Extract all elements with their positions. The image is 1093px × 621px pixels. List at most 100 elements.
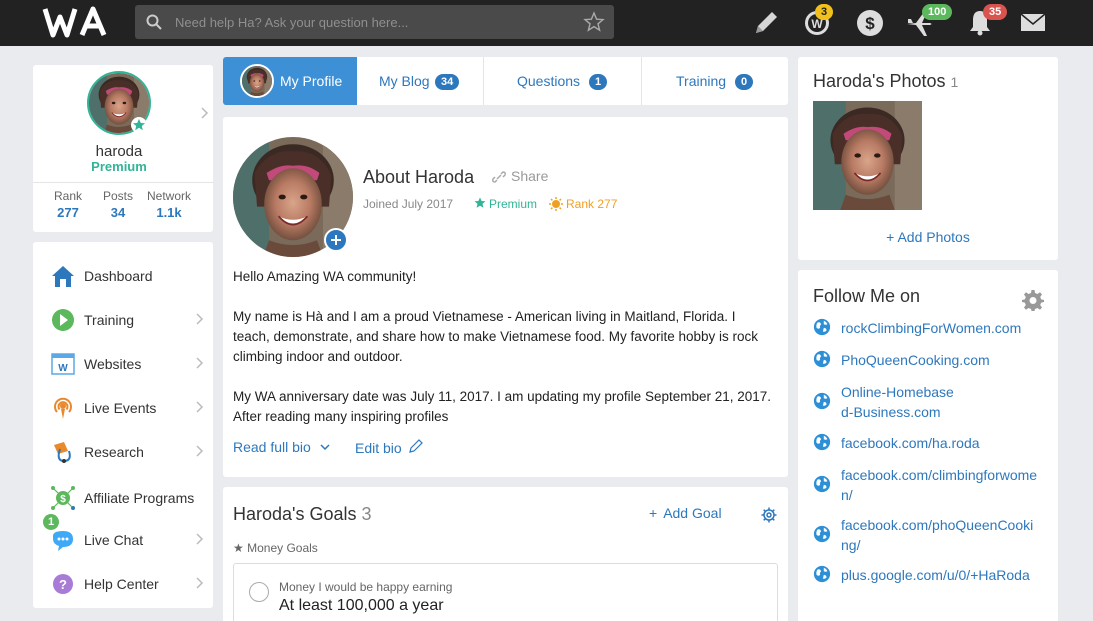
sidebar-item-live-chat[interactable]: 1 Live Chat bbox=[33, 514, 213, 560]
sidebar-item-websites[interactable]: W Websites bbox=[33, 344, 213, 384]
chevron-right-icon bbox=[195, 356, 205, 370]
photos-count: 1 bbox=[950, 74, 959, 90]
social-link-label: facebook.com/climbingforwomen/ bbox=[841, 467, 1038, 503]
social-link-label: facebook.com/phoQueenCooking/ bbox=[841, 517, 1034, 553]
read-full-bio-link[interactable]: Read full bio bbox=[233, 439, 331, 455]
svg-text:?: ? bbox=[59, 577, 67, 592]
notifications-button[interactable]: 35 bbox=[967, 4, 1008, 38]
edit-pencil-icon bbox=[408, 439, 423, 453]
social-link-label: PhoQueenCooking.com bbox=[841, 352, 990, 368]
home-icon bbox=[52, 266, 74, 287]
sidebar-item-label: Affiliate Programs bbox=[84, 490, 195, 506]
social-link-label: rockClimbingForWomen.com bbox=[841, 320, 1022, 336]
chevron-right-icon bbox=[195, 444, 205, 458]
goals-title-text: Haroda's Goals bbox=[233, 504, 357, 524]
plus-icon: + bbox=[649, 505, 658, 521]
mail-icon[interactable] bbox=[1020, 12, 1046, 34]
globe-icon bbox=[813, 433, 831, 451]
edit-bio-label: Edit bio bbox=[355, 440, 402, 456]
goals-count: 3 bbox=[361, 504, 372, 524]
help-icon: ? bbox=[53, 574, 73, 594]
affiliate-button[interactable]: 100 bbox=[904, 4, 953, 38]
tab-my-profile[interactable]: My Profile bbox=[223, 57, 357, 105]
affiliate-icon: $ bbox=[51, 486, 75, 510]
top-bar: W 3 $ 100 35 bbox=[0, 0, 1093, 46]
tab-questions[interactable]: Questions 1 bbox=[484, 57, 642, 105]
read-full-bio-label: Read full bio bbox=[233, 439, 311, 455]
about-card: About Haroda Share Joined July 2017 Prem… bbox=[223, 117, 788, 477]
search-input[interactable] bbox=[175, 9, 575, 35]
bio-paragraph: Hello Amazing WA community! bbox=[233, 269, 417, 284]
broadcast-icon bbox=[54, 397, 72, 419]
sidebar-item-live-events[interactable]: Live Events bbox=[33, 388, 213, 428]
play-icon bbox=[52, 309, 74, 331]
search-icon bbox=[146, 14, 162, 30]
goal-item-value: At least 100,000 a year bbox=[279, 597, 444, 614]
tab-training[interactable]: Training 0 bbox=[642, 57, 788, 105]
tab-count: 34 bbox=[435, 74, 460, 90]
sidebar-item-label: Research bbox=[84, 444, 144, 460]
bio-paragraph: My WA anniversary date was July 11, 2017… bbox=[233, 389, 772, 424]
dollar-icon[interactable]: $ bbox=[855, 8, 885, 38]
goal-item[interactable]: Money I would be happy earning At least … bbox=[233, 563, 778, 621]
social-link-label: facebook.com/ha.roda bbox=[841, 435, 980, 451]
profile-tabs: My Profile My Blog 34 Questions 1 Traini… bbox=[223, 57, 788, 105]
share-label: Share bbox=[511, 168, 549, 184]
edit-bio-link[interactable]: Edit bio bbox=[355, 439, 424, 456]
add-goal-button[interactable]: + Add Goal bbox=[649, 505, 722, 521]
membership-label: Premium bbox=[91, 159, 147, 174]
tab-label: Training bbox=[676, 73, 727, 89]
photos-title: Haroda's Photos 1 bbox=[813, 71, 958, 92]
sidebar-nav: Dashboard Training W Websites Live Event… bbox=[33, 242, 213, 608]
follow-title: Follow Me on bbox=[813, 286, 921, 306]
tab-label: My Profile bbox=[280, 73, 343, 89]
social-link-label: Online-Homebased-Business.com bbox=[841, 384, 954, 420]
profile-card: haroda Premium Rank 277 Posts 34 Network… bbox=[33, 65, 213, 232]
sidebar-item-dashboard[interactable]: Dashboard bbox=[33, 256, 213, 296]
goal-category: ★ Money Goals bbox=[233, 541, 318, 555]
premium-star-icon bbox=[131, 117, 147, 133]
globe-icon bbox=[813, 525, 831, 543]
tab-avatar bbox=[240, 64, 274, 98]
sidebar-item-help-center[interactable]: ? Help Center bbox=[33, 564, 213, 604]
goals-settings-gear-icon[interactable] bbox=[761, 507, 777, 523]
sidebar-item-research[interactable]: Research bbox=[33, 432, 213, 472]
chat-badge: 1 bbox=[43, 514, 60, 530]
sidebar-item-label: Training bbox=[84, 312, 135, 328]
add-photo-icon[interactable] bbox=[324, 228, 348, 252]
goal-checkbox[interactable] bbox=[249, 582, 269, 602]
goals-title: Haroda's Goals 3 bbox=[233, 504, 372, 525]
follow-settings-gear-icon[interactable] bbox=[1022, 289, 1044, 311]
rank-label: Rank 277 bbox=[566, 197, 618, 211]
rank-sun-icon bbox=[549, 197, 563, 211]
add-photos-button[interactable]: + Add Photos bbox=[798, 229, 1058, 245]
chevron-right-icon[interactable] bbox=[200, 106, 210, 120]
sidebar-item-label: Live Events bbox=[84, 400, 157, 416]
sidebar-item-affiliate-programs[interactable]: $ Affiliate Programs bbox=[33, 478, 213, 518]
username[interactable]: haroda bbox=[33, 143, 205, 160]
stat-value: 1.1k bbox=[156, 205, 182, 220]
stat-network[interactable]: Network 1.1k bbox=[139, 189, 199, 220]
photo-thumbnail[interactable] bbox=[813, 101, 922, 210]
sidebar-item-training[interactable]: Training bbox=[33, 300, 213, 340]
wa-logo[interactable] bbox=[42, 5, 118, 39]
chevron-right-icon bbox=[195, 532, 205, 546]
chat-icon bbox=[53, 531, 73, 551]
link-icon bbox=[492, 171, 506, 183]
sidebar-item-label: Help Center bbox=[84, 576, 159, 592]
globe-icon bbox=[813, 350, 831, 368]
tab-label: My Blog bbox=[379, 73, 430, 89]
goals-card: Haroda's Goals 3 + Add Goal ★ Money Goals… bbox=[223, 487, 788, 621]
tab-count: 0 bbox=[735, 74, 754, 90]
chevron-right-icon bbox=[195, 576, 205, 590]
star-icon[interactable] bbox=[583, 11, 605, 33]
chevron-down-icon bbox=[320, 444, 330, 451]
premium-star-icon bbox=[474, 197, 486, 208]
tab-count: 1 bbox=[589, 74, 608, 90]
rank-button[interactable]: W 3 bbox=[803, 4, 834, 37]
tab-my-blog[interactable]: My Blog 34 bbox=[357, 57, 484, 105]
svg-text:$: $ bbox=[60, 494, 66, 505]
chevron-right-icon bbox=[195, 400, 205, 414]
search-box[interactable] bbox=[135, 5, 614, 39]
pencil-icon[interactable] bbox=[750, 7, 782, 39]
